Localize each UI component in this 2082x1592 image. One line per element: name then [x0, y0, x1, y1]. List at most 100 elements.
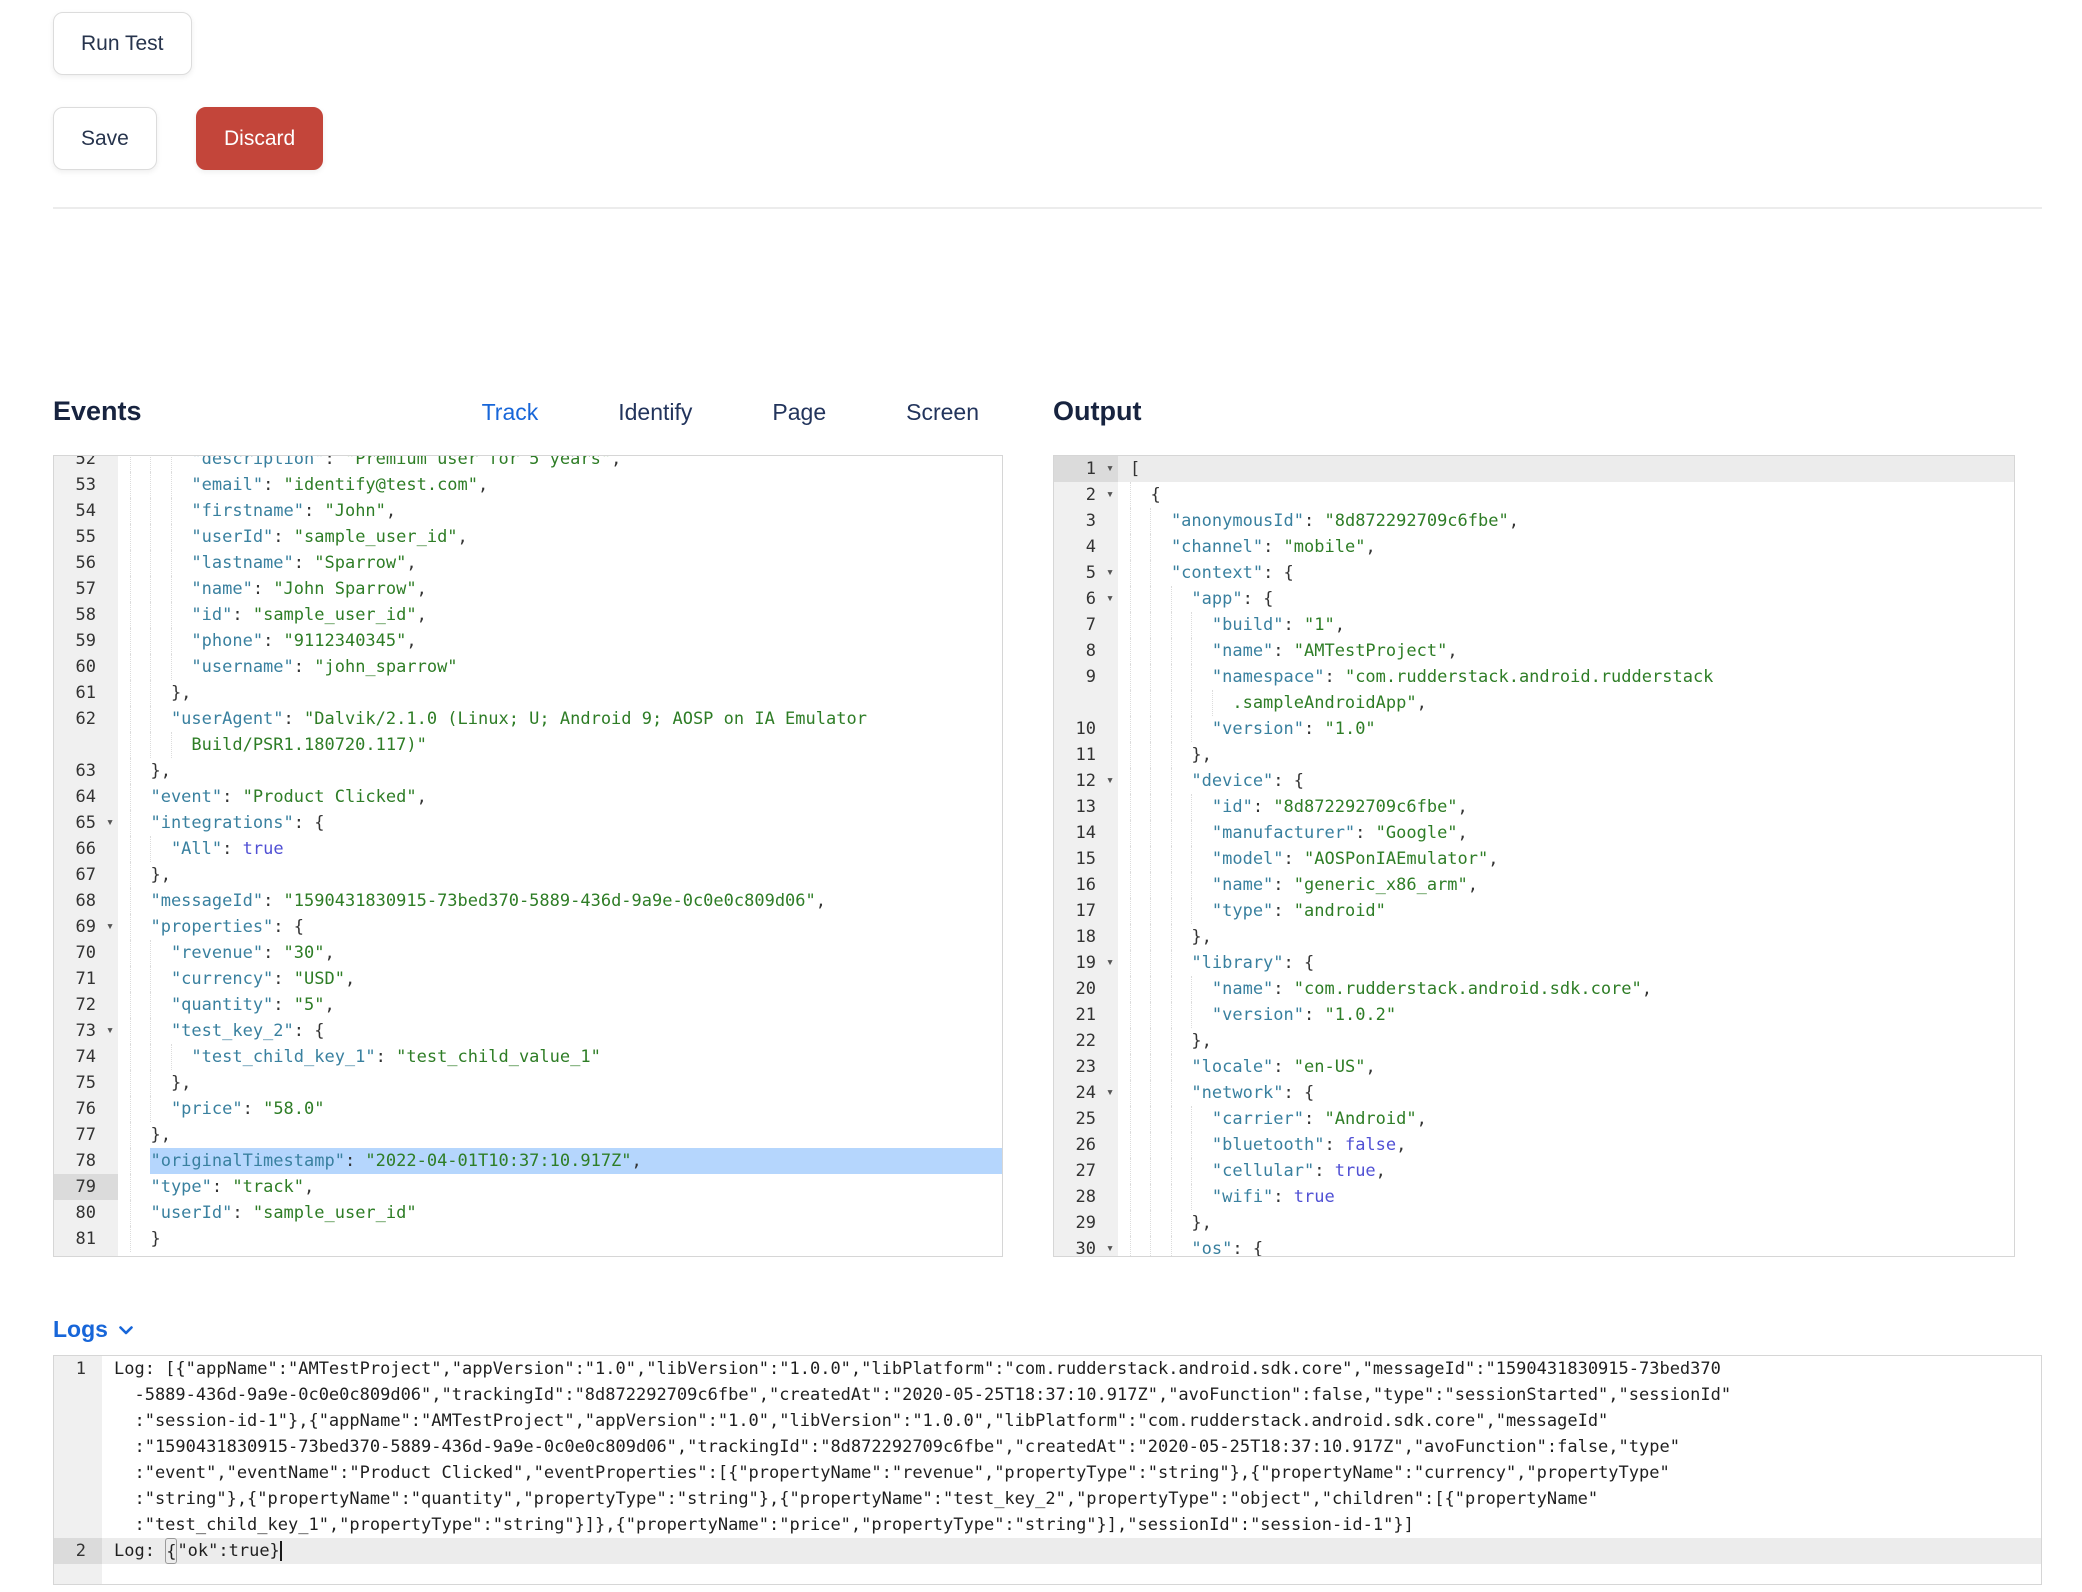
line-number[interactable]: [54, 732, 118, 758]
events-code-line[interactable]: 61},: [54, 680, 1002, 706]
events-code-line[interactable]: 52"description": "Premium user for 5 yea…: [54, 455, 1002, 472]
line-number[interactable]: 22: [1054, 1028, 1118, 1054]
line-number[interactable]: [54, 1486, 102, 1512]
line-number[interactable]: 6▾: [1054, 586, 1118, 612]
line-number[interactable]: 5▾: [1054, 560, 1118, 586]
output-code-line[interactable]: 18},: [1054, 924, 2014, 950]
discard-button[interactable]: Discard: [196, 107, 323, 170]
line-number[interactable]: 27: [1054, 1158, 1118, 1184]
events-code-line[interactable]: 63},: [54, 758, 1002, 784]
line-number[interactable]: 24▾: [1054, 1080, 1118, 1106]
fold-arrow-icon[interactable]: ▾: [1106, 1080, 1114, 1106]
line-number[interactable]: [1054, 690, 1118, 716]
fold-arrow-icon[interactable]: ▾: [1106, 482, 1114, 508]
line-number[interactable]: 61: [54, 680, 118, 706]
fold-arrow-icon[interactable]: ▾: [106, 914, 114, 940]
output-code-line[interactable]: .sampleAndroidApp",: [1054, 690, 2014, 716]
events-code-line[interactable]: 77},: [54, 1122, 1002, 1148]
line-number[interactable]: 71: [54, 966, 118, 992]
output-code-line[interactable]: 11},: [1054, 742, 2014, 768]
events-code-line[interactable]: 80"userId": "sample_user_id": [54, 1200, 1002, 1226]
events-code-line[interactable]: 54"firstname": "John",: [54, 498, 1002, 524]
output-code-line[interactable]: 8"name": "AMTestProject",: [1054, 638, 2014, 664]
line-number[interactable]: 70: [54, 940, 118, 966]
line-number[interactable]: 18: [1054, 924, 1118, 950]
events-code-line[interactable]: 67},: [54, 862, 1002, 888]
output-code-line[interactable]: 17"type": "android": [1054, 898, 2014, 924]
events-code-line[interactable]: 79"type": "track",: [54, 1174, 1002, 1200]
fold-arrow-icon[interactable]: ▾: [106, 810, 114, 836]
output-code-line[interactable]: 14"manufacturer": "Google",: [1054, 820, 2014, 846]
line-number[interactable]: 13: [1054, 794, 1118, 820]
line-number[interactable]: 9: [1054, 664, 1118, 690]
output-code-line[interactable]: 2▾{: [1054, 482, 2014, 508]
fold-arrow-icon[interactable]: ▾: [1106, 950, 1114, 976]
log-line[interactable]: :"test_child_key_1","propertyType":"stri…: [54, 1512, 2041, 1538]
output-code-line[interactable]: 5▾"context": {: [1054, 560, 2014, 586]
line-number[interactable]: 72: [54, 992, 118, 1018]
line-number[interactable]: 63: [54, 758, 118, 784]
line-number[interactable]: 16: [1054, 872, 1118, 898]
output-code-line[interactable]: 13"id": "8d872292709c6fbe",: [1054, 794, 2014, 820]
line-number[interactable]: 4: [1054, 534, 1118, 560]
line-number[interactable]: [54, 1512, 102, 1538]
events-code-line[interactable]: 78"originalTimestamp": "2022-04-01T10:37…: [54, 1148, 1002, 1174]
events-code-line[interactable]: 59"phone": "9112340345",: [54, 628, 1002, 654]
line-number[interactable]: 17: [1054, 898, 1118, 924]
line-number[interactable]: 62: [54, 706, 118, 732]
line-number[interactable]: 66: [54, 836, 118, 862]
line-number[interactable]: 52: [54, 455, 118, 472]
line-number[interactable]: 12▾: [1054, 768, 1118, 794]
line-number[interactable]: 23: [1054, 1054, 1118, 1080]
log-line[interactable]: 1Log: [{"appName":"AMTestProject","appVe…: [54, 1356, 2041, 1382]
tab-identify[interactable]: Identify: [618, 399, 692, 426]
events-code-line[interactable]: 66"All": true: [54, 836, 1002, 862]
line-number[interactable]: 65▾: [54, 810, 118, 836]
output-code-line[interactable]: 15"model": "AOSPonIAEmulator",: [1054, 846, 2014, 872]
line-number[interactable]: 69▾: [54, 914, 118, 940]
logs-editor[interactable]: 1Log: [{"appName":"AMTestProject","appVe…: [53, 1355, 2042, 1585]
events-code-line[interactable]: 57"name": "John Sparrow",: [54, 576, 1002, 602]
line-number[interactable]: 64: [54, 784, 118, 810]
line-number[interactable]: 79: [54, 1174, 118, 1200]
output-code-line[interactable]: 23"locale": "en-US",: [1054, 1054, 2014, 1080]
output-code-line[interactable]: 10"version": "1.0": [1054, 716, 2014, 742]
output-json-editor[interactable]: 1▾[2▾{3"anonymousId": "8d872292709c6fbe"…: [1053, 455, 2015, 1257]
output-code-line[interactable]: 21"version": "1.0.2": [1054, 1002, 2014, 1028]
line-number[interactable]: 14: [1054, 820, 1118, 846]
line-number[interactable]: 55: [54, 524, 118, 550]
output-code-line[interactable]: 25"carrier": "Android",: [1054, 1106, 2014, 1132]
line-number[interactable]: 54: [54, 498, 118, 524]
line-number[interactable]: 57: [54, 576, 118, 602]
line-number[interactable]: [54, 1460, 102, 1486]
output-code-line[interactable]: 28"wifi": true: [1054, 1184, 2014, 1210]
output-code-line[interactable]: 26"bluetooth": false,: [1054, 1132, 2014, 1158]
log-line[interactable]: :"1590431830915-73bed370-5889-436d-9a9e-…: [54, 1434, 2041, 1460]
line-number[interactable]: 77: [54, 1122, 118, 1148]
events-code-line[interactable]: 68"messageId": "1590431830915-73bed370-5…: [54, 888, 1002, 914]
events-code-line[interactable]: 73▾"test_key_2": {: [54, 1018, 1002, 1044]
line-number[interactable]: 25: [1054, 1106, 1118, 1132]
save-button[interactable]: Save: [53, 107, 157, 170]
events-code-line[interactable]: 64"event": "Product Clicked",: [54, 784, 1002, 810]
events-code-line[interactable]: 76"price": "58.0": [54, 1096, 1002, 1122]
line-number[interactable]: 2: [54, 1538, 102, 1564]
events-code-line[interactable]: 70"revenue": "30",: [54, 940, 1002, 966]
line-number[interactable]: 1▾: [1054, 456, 1118, 482]
events-code-line[interactable]: 74"test_child_key_1": "test_child_value_…: [54, 1044, 1002, 1070]
log-line[interactable]: 2Log: {"ok":true}: [54, 1538, 2041, 1564]
line-number[interactable]: 30▾: [1054, 1236, 1118, 1257]
output-code-line[interactable]: 6▾"app": {: [1054, 586, 2014, 612]
line-number[interactable]: 76: [54, 1096, 118, 1122]
fold-arrow-icon[interactable]: ▾: [106, 1018, 114, 1044]
line-number[interactable]: 11: [1054, 742, 1118, 768]
line-number[interactable]: 74: [54, 1044, 118, 1070]
events-code-line[interactable]: 81}: [54, 1226, 1002, 1252]
output-code-line[interactable]: 16"name": "generic_x86_arm",: [1054, 872, 2014, 898]
output-code-line[interactable]: 19▾"library": {: [1054, 950, 2014, 976]
events-code-line[interactable]: 62"userAgent": "Dalvik/2.1.0 (Linux; U; …: [54, 706, 1002, 732]
events-code-line[interactable]: 65▾"integrations": {: [54, 810, 1002, 836]
events-code-line[interactable]: 71"currency": "USD",: [54, 966, 1002, 992]
output-code-line[interactable]: 24▾"network": {: [1054, 1080, 2014, 1106]
events-code-line[interactable]: 72"quantity": "5",: [54, 992, 1002, 1018]
